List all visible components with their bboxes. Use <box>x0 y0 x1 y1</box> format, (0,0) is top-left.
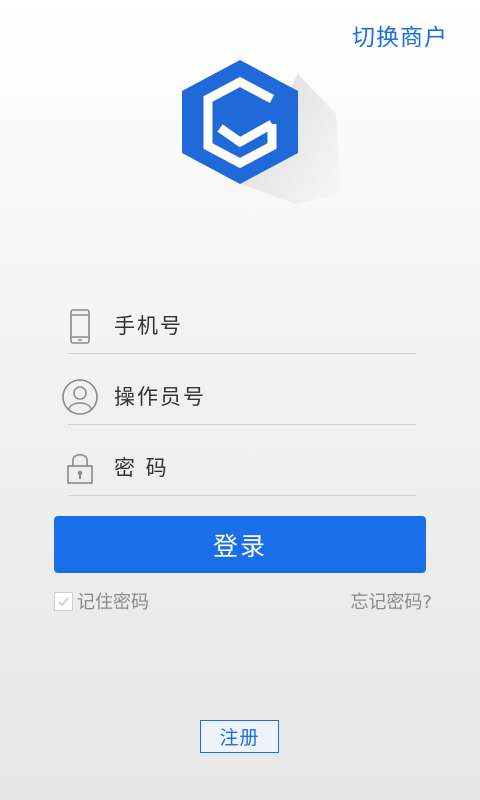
user-icon <box>62 379 98 415</box>
phone-input[interactable] <box>114 306 410 346</box>
operator-field <box>56 373 416 433</box>
checkmark-icon <box>58 596 69 606</box>
lock-icon <box>67 453 93 484</box>
forgot-password-link[interactable]: 忘记密码? <box>350 588 432 614</box>
switch-merchant-link[interactable]: 切换商户 <box>352 18 448 52</box>
register-button[interactable]: 注册 <box>200 720 279 753</box>
password-input[interactable] <box>114 448 410 488</box>
phone-icon <box>70 309 90 344</box>
remember-checkbox[interactable] <box>54 591 73 611</box>
login-button[interactable]: 登录 <box>54 516 426 573</box>
hexagon-logo-icon <box>182 60 341 204</box>
phone-field <box>56 302 416 362</box>
remember-password-label: 记住密码 <box>77 592 149 613</box>
password-underline <box>68 495 416 496</box>
phone-underline <box>68 353 416 354</box>
password-field <box>56 444 416 504</box>
operator-underline <box>68 424 416 425</box>
operator-input[interactable] <box>114 377 410 417</box>
remember-password-toggle[interactable]: 记住密码 <box>54 588 149 614</box>
